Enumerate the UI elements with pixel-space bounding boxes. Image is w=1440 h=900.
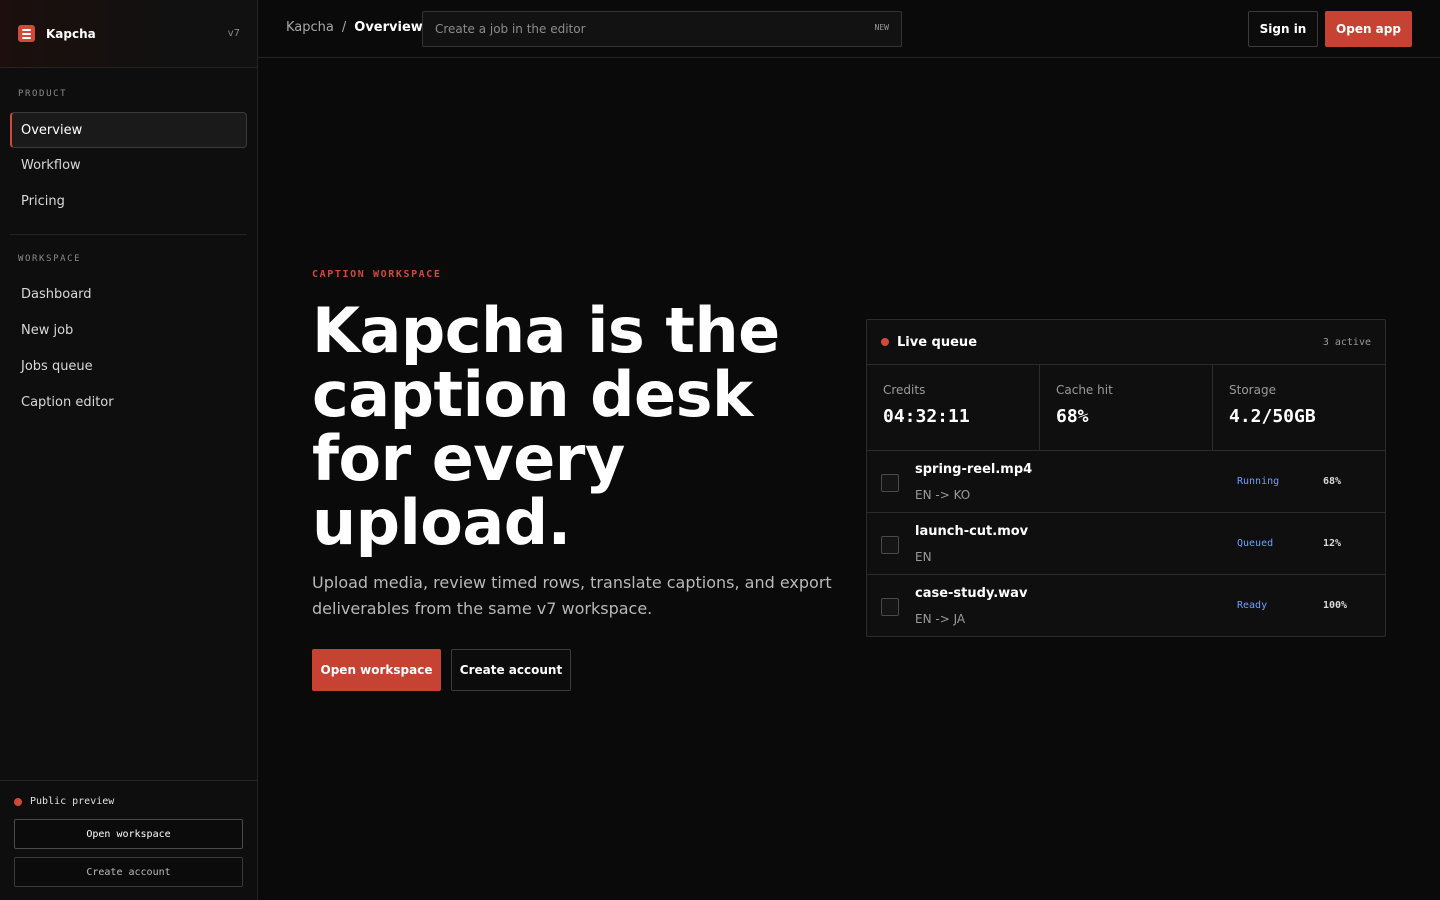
stat-cache-hit: Cache hit 68%: [1040, 365, 1213, 450]
brand-name: Kapcha: [46, 26, 96, 41]
breadcrumb: Kapcha / Overview: [286, 20, 423, 35]
row-checkbox[interactable]: [881, 536, 899, 554]
sidebar-item-overview[interactable]: Overview: [10, 112, 247, 148]
section-label-workspace: WORKSPACE: [18, 254, 82, 264]
queue-stats: Credits 04:32:11 Cache hit 68% Storage 4…: [867, 365, 1385, 451]
sidebar-item-new-job[interactable]: New job: [10, 312, 247, 348]
sidebar-item-pricing[interactable]: Pricing: [10, 183, 247, 219]
status-badge: Queued: [1237, 538, 1274, 549]
sidebar-item-dashboard[interactable]: Dashboard: [10, 276, 247, 312]
stat-storage: Storage 4.2/50GB: [1213, 365, 1385, 450]
status-badge: Running: [1237, 476, 1280, 487]
hero-open-workspace-button[interactable]: Open workspace: [312, 649, 441, 691]
preview-status-text: Public preview: [30, 796, 115, 807]
breadcrumb-root[interactable]: Kapcha: [286, 20, 334, 35]
sidebar: Kapcha v7 PRODUCT Overview Workflow Pric…: [0, 0, 258, 900]
sidebar-open-workspace-button[interactable]: Open workspace: [14, 819, 243, 849]
status-badge: Ready: [1237, 600, 1268, 611]
stat-value: 04:32:11: [883, 406, 970, 427]
table-row[interactable]: case-study.wav EN -> JA Ready 100%: [867, 575, 1385, 637]
status-dot-icon: [14, 797, 22, 806]
hero-create-account-button[interactable]: Create account: [451, 649, 571, 691]
sidebar-divider: [10, 234, 247, 235]
job-language: EN -> JA: [915, 612, 966, 626]
sidebar-item-caption-editor[interactable]: Caption editor: [10, 384, 247, 420]
job-progress: 68%: [1323, 476, 1342, 487]
topbar: Kapcha / Overview NEW Sign in Open app: [258, 0, 1440, 58]
hero-eyebrow: CAPTION WORKSPACE: [312, 269, 442, 280]
stat-label: Storage: [1229, 383, 1276, 397]
row-checkbox[interactable]: [881, 598, 899, 616]
breadcrumb-separator: /: [341, 20, 347, 35]
search-input[interactable]: [423, 12, 901, 46]
search-new-tag: NEW: [874, 23, 889, 32]
sidebar-footer: Public preview Open workspace Create acc…: [0, 780, 257, 900]
live-dot-icon: [881, 338, 889, 346]
job-progress: 12%: [1323, 538, 1342, 549]
job-language: EN -> KO: [915, 488, 971, 502]
open-app-button[interactable]: Open app: [1325, 11, 1412, 47]
live-queue-panel: Live queue 3 active Credits 04:32:11 Cac…: [866, 319, 1386, 637]
brand-version: v7: [227, 28, 240, 39]
brand-header[interactable]: Kapcha v7: [0, 0, 257, 68]
stat-value: 68%: [1056, 406, 1089, 427]
section-label-product: PRODUCT: [18, 89, 68, 99]
hero-title: Kapcha is the caption desk for every upl…: [312, 294, 780, 559]
job-language: EN: [915, 550, 932, 564]
job-file-name: spring-reel.mp4: [915, 462, 1033, 477]
stat-value: 4.2/50GB: [1229, 406, 1316, 427]
sidebar-create-account-button[interactable]: Create account: [14, 857, 243, 887]
table-row[interactable]: launch-cut.mov EN Queued 12%: [867, 513, 1385, 575]
app-root: Kapcha v7 PRODUCT Overview Workflow Pric…: [0, 0, 1440, 900]
sidebar-item-jobs-queue[interactable]: Jobs queue: [10, 348, 247, 384]
hero-subtitle: Upload media, review timed rows, transla…: [312, 573, 832, 618]
job-progress: 100%: [1323, 600, 1348, 611]
sign-in-button[interactable]: Sign in: [1248, 11, 1318, 47]
preview-status: Public preview: [14, 796, 114, 807]
job-file-name: launch-cut.mov: [915, 524, 1029, 539]
job-file-name: case-study.wav: [915, 586, 1028, 601]
breadcrumb-current: Overview: [354, 20, 423, 35]
queue-active-count: 3 active: [1322, 336, 1371, 348]
stat-credits: Credits 04:32:11: [867, 365, 1040, 450]
row-checkbox[interactable]: [881, 474, 899, 492]
kapcha-logo-icon: [18, 25, 35, 42]
stat-label: Credits: [883, 383, 926, 397]
stat-label: Cache hit: [1056, 383, 1113, 397]
queue-header: Live queue 3 active: [867, 320, 1385, 365]
queue-title: Live queue: [897, 334, 978, 350]
table-row[interactable]: spring-reel.mp4 EN -> KO Running 68%: [867, 451, 1385, 513]
search-box: NEW: [422, 11, 902, 47]
sidebar-item-workflow[interactable]: Workflow: [10, 147, 247, 183]
